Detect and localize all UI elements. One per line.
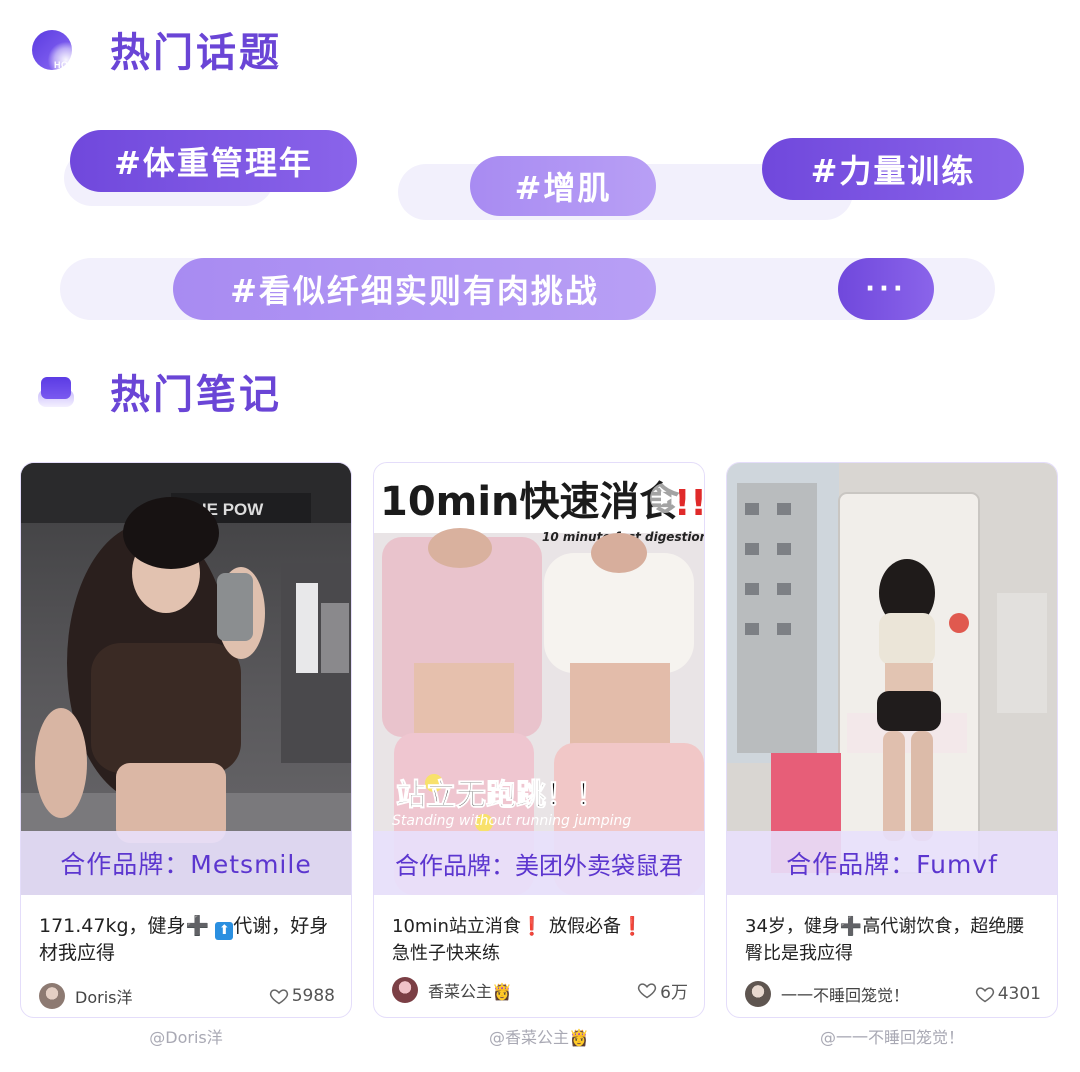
note-description[interactable]: 34岁，健身➕高代谢饮食，超绝腰臀比是我应得: [745, 913, 1041, 967]
video-play-icon[interactable]: [650, 483, 680, 513]
topic-tag-weight-management[interactable]: #体重管理年: [70, 130, 357, 192]
note-footer: 一一不睡回笼觉！ 4301: [745, 979, 1041, 1009]
heart-icon[interactable]: [637, 980, 657, 1000]
note-description[interactable]: 171.47kg，健身➕ ⬆ 代谢，好身材我应得: [39, 913, 335, 967]
topics-header: HOT 热门话题: [32, 20, 282, 78]
notes-header: 热门笔记: [32, 362, 282, 420]
brand-bar: 合作品牌：Metsmile: [21, 831, 351, 895]
note-footer: 香菜公主👸 6万: [392, 975, 688, 1005]
author-name[interactable]: Doris洋: [75, 984, 269, 1008]
hot-badge-icon: HOT: [32, 24, 84, 78]
like-count: 5988: [291, 986, 335, 1006]
note-card-3[interactable]: 合作品牌：Fumvf 34岁，健身➕高代谢饮食，超绝腰臀比是我应得 一一不睡回笼…: [726, 462, 1058, 1018]
note-card-2[interactable]: 10min快速消食 !! 10 minute fast digestion 站立…: [373, 462, 705, 1018]
avatar[interactable]: [392, 977, 418, 1003]
note-footer: Doris洋 5988: [39, 981, 335, 1011]
heart-icon[interactable]: [269, 986, 289, 1006]
up-arrow-icon: ⬆: [215, 922, 234, 940]
notes-title: 热门笔记: [110, 372, 282, 418]
heart-icon[interactable]: [975, 984, 995, 1004]
like-count: 4301: [997, 984, 1041, 1004]
like-count: 6万: [660, 982, 688, 1003]
exclamation-icon: ❗: [621, 916, 644, 937]
avatar[interactable]: [745, 981, 771, 1007]
plus-icon: ➕: [185, 915, 210, 937]
svg-text:Standing without running jumpi: Standing without running jumping: [392, 813, 631, 829]
topic-tag-slim-challenge[interactable]: #看似纤细实则有肉挑战: [173, 258, 656, 320]
image-credit: @一一不睡回笼觉！: [819, 1028, 964, 1047]
brand-bar: 合作品牌：美团外卖袋鼠君: [374, 831, 704, 895]
image-credit: @Doris洋: [149, 1028, 223, 1047]
svg-text:10min快速消食: 10min快速消食: [380, 479, 681, 525]
image-credit: @香菜公主👸: [489, 1028, 589, 1047]
note-card-1[interactable]: THE POW 合作品牌：Metsmile 171.47kg，健身➕ ⬆ 代谢，好…: [20, 462, 352, 1018]
more-topics-button[interactable]: ···: [838, 258, 934, 320]
note-description[interactable]: 10min站立消食❗ 放假必备❗ 急性子快来练: [392, 913, 688, 967]
topic-tag-strength-training[interactable]: #力量训练: [762, 138, 1024, 200]
author-name[interactable]: 香菜公主👸: [428, 978, 637, 1002]
author-name[interactable]: 一一不睡回笼觉！: [781, 982, 975, 1006]
svg-text:站立无跑跳！！: 站立无跑跳！！: [396, 778, 606, 813]
plus-icon: ➕: [839, 916, 863, 937]
topic-tag-muscle-gain[interactable]: #增肌: [470, 156, 656, 216]
notes-stack-icon: [32, 369, 82, 419]
topics-title: 热门话题: [110, 30, 282, 76]
brand-bar: 合作品牌：Fumvf: [727, 831, 1057, 895]
exclamation-icon: ❗: [520, 916, 544, 937]
avatar[interactable]: [39, 983, 65, 1009]
